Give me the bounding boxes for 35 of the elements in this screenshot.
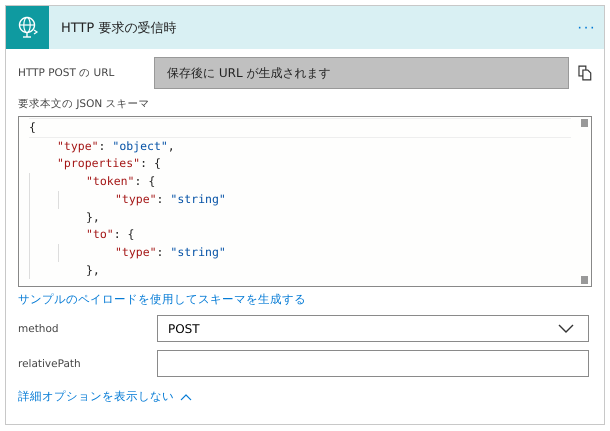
field-label: method [18, 322, 60, 334]
generate-schema-link[interactable]: サンプルのペイロードを使用してスキーマを生成する [18, 292, 306, 307]
field-label: relativePath [18, 358, 82, 370]
url-field: 保存後に URL が生成されます [154, 57, 570, 89]
code-token: : { [140, 155, 161, 172]
code-token: "type" [57, 138, 99, 155]
code-token: : [156, 190, 164, 208]
card-title: HTTP 要求の受信時 [61, 20, 178, 36]
code-token: "object" [112, 138, 168, 155]
code-token: }, [86, 208, 100, 226]
copy-icon[interactable] [578, 65, 592, 81]
chevron-icon [180, 392, 192, 400]
code-token: "type" [115, 244, 157, 261]
code-token: { [29, 119, 36, 136]
code-token: "properties" [57, 155, 140, 172]
code-token: "to" [86, 226, 114, 244]
chevron-down-icon [558, 324, 574, 333]
code-token: "string" [170, 244, 226, 261]
url-label: HTTP POST の URL [18, 66, 116, 80]
code-token: "string" [170, 190, 226, 208]
code-token: : { [134, 173, 156, 190]
code-token: }, [86, 262, 100, 279]
code-token: "type" [115, 190, 157, 208]
code-token: : [156, 244, 164, 261]
schema-label: 要求本文の JSON スキーマ [18, 97, 151, 111]
advanced-options-link[interactable]: 詳細オプションを表示しない [18, 389, 192, 404]
scrollbar[interactable] [579, 117, 591, 286]
code-token: : { [114, 226, 134, 244]
input-field[interactable] [157, 350, 589, 377]
code-token: "token" [86, 173, 134, 190]
method-dropdown[interactable]: POST [157, 315, 589, 342]
more-menu-button[interactable]: ··· [577, 18, 596, 36]
code-token: : [98, 138, 106, 155]
code-token: , [168, 138, 175, 155]
code-editor[interactable]: { "type": "object", "properties": { "token": { "type": "string" }, "to": { "type": "string" }, [18, 116, 592, 287]
